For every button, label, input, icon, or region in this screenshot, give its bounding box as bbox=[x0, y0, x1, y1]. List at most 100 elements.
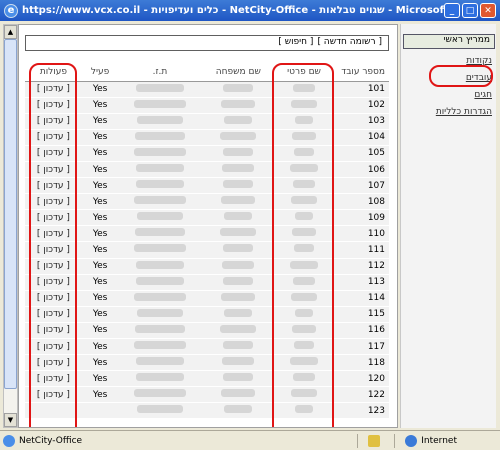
employee-id: 109 bbox=[333, 209, 389, 227]
tz-redacted bbox=[118, 322, 202, 340]
col-header-tz[interactable]: ת.ז. bbox=[118, 63, 202, 82]
employee-id: 107 bbox=[333, 177, 389, 195]
active-value: Yes bbox=[81, 306, 119, 323]
last-name-redacted bbox=[201, 306, 276, 323]
table-row: 122 Yes[ עדכון ] bbox=[25, 386, 389, 404]
page-icon bbox=[3, 434, 15, 447]
table-row: 104 Yes[ עדכון ] bbox=[25, 129, 389, 146]
ie-icon: e bbox=[4, 3, 18, 18]
table-row: 116 Yes[ עדכון ] bbox=[25, 322, 389, 340]
active-value bbox=[81, 402, 119, 420]
main-content: [ רשומה חדשה ] [ חיפוש ] מספר עובד שם פר… bbox=[18, 24, 398, 428]
tz-redacted bbox=[118, 209, 202, 227]
last-name-redacted bbox=[201, 402, 276, 420]
status-bar: NetCity-Office Internet bbox=[0, 430, 500, 450]
last-name-redacted bbox=[201, 177, 276, 195]
zone-text: Internet bbox=[421, 435, 457, 446]
tz-redacted bbox=[118, 274, 202, 291]
tz-redacted bbox=[118, 161, 202, 179]
employee-id: 115 bbox=[333, 306, 389, 323]
active-value: Yes bbox=[81, 241, 119, 259]
table-row: 118 Yes[ עדכון ] bbox=[25, 354, 389, 372]
active-value: Yes bbox=[81, 225, 119, 243]
last-name-redacted bbox=[201, 193, 276, 211]
last-name-redacted bbox=[201, 354, 276, 372]
employee-id: 120 bbox=[333, 370, 389, 388]
last-name-redacted bbox=[201, 338, 276, 356]
active-value: Yes bbox=[81, 258, 119, 275]
tz-redacted bbox=[118, 241, 202, 259]
browser-frame: ▲ ▼ [ רשומה חדשה ] [ חיפוש ] מספר עובד ש… bbox=[0, 21, 500, 430]
last-name-redacted bbox=[201, 145, 276, 162]
sidebar: ממריץ ראשי נקודות עובדים חגים הגדרות כלל… bbox=[400, 24, 496, 428]
tz-redacted bbox=[118, 386, 202, 404]
table-row: 115 Yes[ עדכון ] bbox=[25, 306, 389, 323]
window-titlebar: e https://www.vcx.co.il - כלים ועדיפויות… bbox=[0, 0, 500, 21]
tz-redacted bbox=[118, 177, 202, 195]
lock-icon bbox=[368, 434, 381, 447]
table-row: 111 Yes[ עדכון ] bbox=[25, 241, 389, 259]
tz-redacted bbox=[118, 306, 202, 323]
sidebar-header[interactable]: ממריץ ראשי bbox=[403, 34, 495, 49]
last-name-redacted bbox=[201, 241, 276, 259]
table-row: 114 Yes[ עדכון ] bbox=[25, 290, 389, 307]
employee-id: 112 bbox=[333, 258, 389, 275]
tz-redacted bbox=[118, 258, 202, 275]
table-row: 112 Yes[ עדכון ] bbox=[25, 258, 389, 275]
last-name-redacted bbox=[201, 274, 276, 291]
last-name-redacted bbox=[201, 113, 276, 130]
col-header-active[interactable]: פעיל bbox=[81, 63, 119, 82]
employee-id: 123 bbox=[333, 402, 389, 420]
sidebar-item-settings[interactable]: הגדרות כלליות bbox=[436, 107, 492, 117]
table-row: 101 Yes[ עדכון ] bbox=[25, 81, 389, 98]
search-link[interactable]: [ חיפוש ] bbox=[278, 37, 313, 49]
active-value: Yes bbox=[81, 145, 119, 162]
scroll-thumb[interactable] bbox=[4, 39, 17, 389]
employee-id: 122 bbox=[333, 386, 389, 404]
sidebar-item-holidays[interactable]: חגים bbox=[474, 90, 492, 100]
active-value: Yes bbox=[81, 177, 119, 195]
last-name-redacted bbox=[201, 225, 276, 243]
active-value: Yes bbox=[81, 113, 119, 130]
active-value: Yes bbox=[81, 193, 119, 211]
employee-id: 114 bbox=[333, 290, 389, 307]
tz-redacted bbox=[118, 370, 202, 388]
close-button[interactable]: ✕ bbox=[480, 3, 496, 18]
tz-redacted bbox=[118, 113, 202, 130]
active-value: Yes bbox=[81, 354, 119, 372]
highlight-employees-item bbox=[429, 65, 493, 87]
tz-redacted bbox=[118, 225, 202, 243]
tz-redacted bbox=[118, 129, 202, 146]
table-row: 105 Yes[ עדכון ] bbox=[25, 145, 389, 162]
maximize-button[interactable]: □ bbox=[462, 3, 478, 18]
table-row: 110 Yes[ עדכון ] bbox=[25, 225, 389, 243]
new-record-link[interactable]: [ רשומה חדשה ] bbox=[317, 37, 382, 49]
employee-id: 118 bbox=[333, 354, 389, 372]
scroll-down-icon[interactable]: ▼ bbox=[4, 413, 17, 427]
employee-id: 102 bbox=[333, 97, 389, 114]
employee-id: 117 bbox=[333, 338, 389, 356]
employee-id: 116 bbox=[333, 322, 389, 340]
active-value: Yes bbox=[81, 161, 119, 179]
table-row: 120 Yes[ עדכון ] bbox=[25, 370, 389, 388]
minimize-button[interactable]: _ bbox=[444, 3, 460, 18]
table-row: 117 Yes[ עדכון ] bbox=[25, 338, 389, 356]
table-header-row: מספר עובד שם פרטי שם משפחה ת.ז. פעיל פעו… bbox=[25, 63, 389, 82]
table-row: 103 Yes[ עדכון ] bbox=[25, 113, 389, 130]
last-name-redacted bbox=[201, 161, 276, 179]
vertical-scrollbar[interactable]: ▲ ▼ bbox=[3, 24, 18, 428]
col-header-last-name[interactable]: שם משפחה bbox=[201, 63, 276, 82]
active-value: Yes bbox=[81, 129, 119, 146]
tz-redacted bbox=[118, 97, 202, 114]
tz-redacted bbox=[118, 81, 202, 98]
table-row: 107 Yes[ עדכון ] bbox=[25, 177, 389, 195]
table-row: 113 Yes[ עדכון ] bbox=[25, 274, 389, 291]
scroll-up-icon[interactable]: ▲ bbox=[4, 25, 17, 39]
table-row: 106 Yes[ עדכון ] bbox=[25, 161, 389, 179]
col-header-id[interactable]: מספר עובד bbox=[333, 63, 389, 82]
table-row: 123 bbox=[25, 402, 389, 420]
tz-redacted bbox=[118, 354, 202, 372]
table-row: 108 Yes[ עדכון ] bbox=[25, 193, 389, 211]
last-name-redacted bbox=[201, 258, 276, 275]
window-title: https://www.vcx.co.il - כלים ועדיפויות -… bbox=[22, 5, 444, 16]
